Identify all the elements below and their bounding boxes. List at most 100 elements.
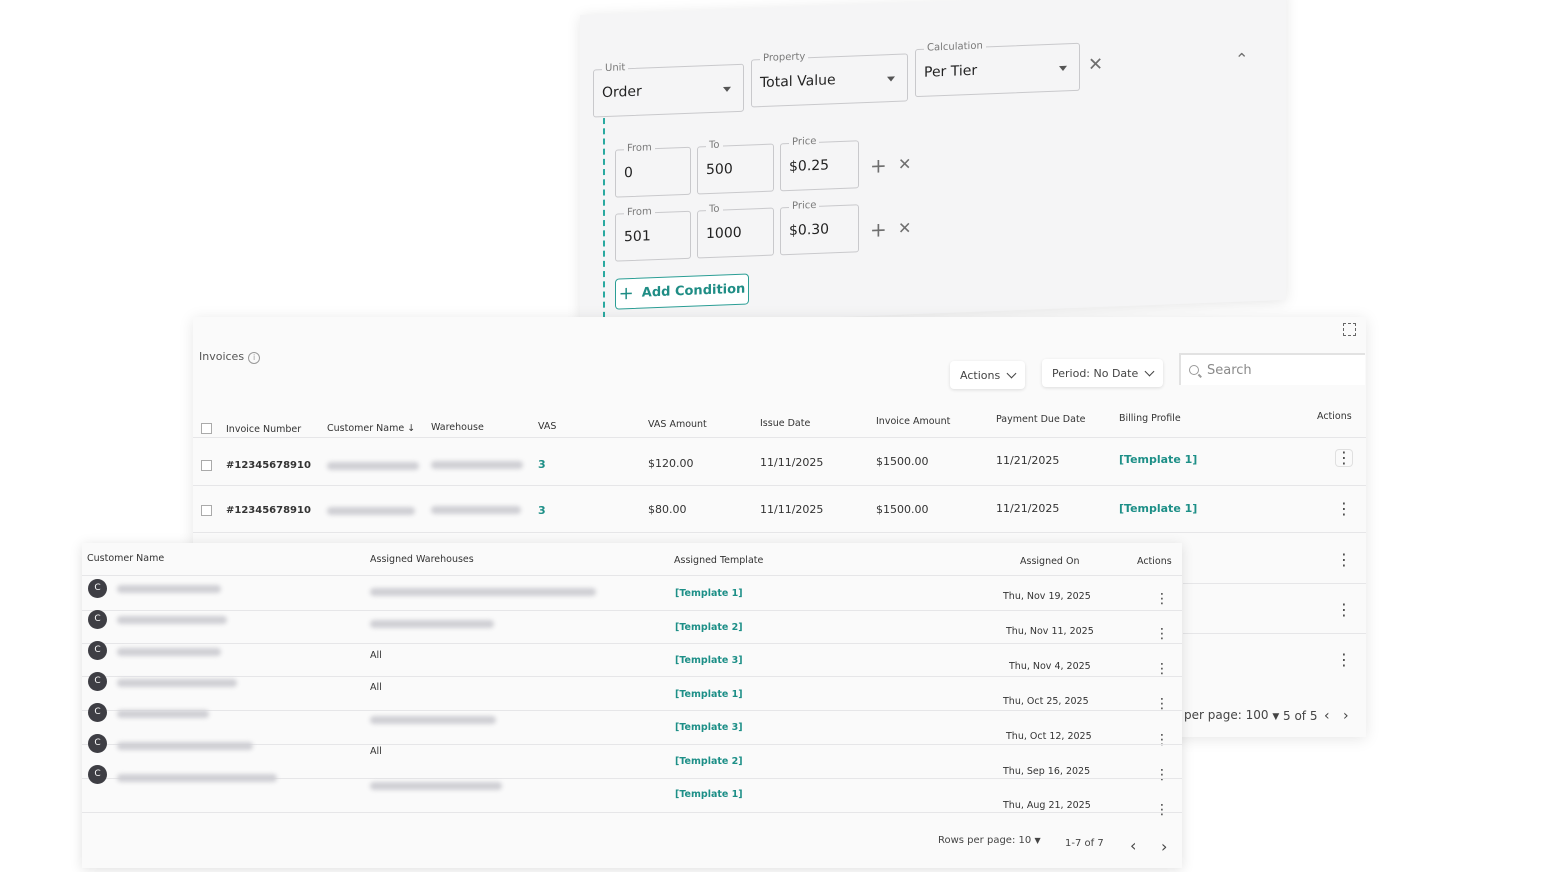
divider (82, 710, 1182, 711)
template-link[interactable]: [Template 2] (675, 622, 743, 633)
caret-down-icon: ▼ (1034, 836, 1041, 845)
close-icon[interactable]: ✕ (1088, 54, 1103, 76)
property-select[interactable]: Property Total Value (751, 51, 908, 108)
col-billing-profile[interactable]: Billing Profile (1119, 413, 1181, 424)
vas-count-link[interactable]: 3 (538, 458, 546, 471)
more-vert-icon[interactable]: ⋮ (1154, 767, 1170, 783)
actions-dropdown[interactable]: Actions (950, 361, 1026, 389)
billing-profile-link[interactable]: [Template 1] (1119, 502, 1197, 515)
search-placeholder: Search (1207, 362, 1252, 378)
invoice-number[interactable]: #12345678910 (226, 460, 311, 471)
row-checkbox[interactable] (201, 505, 212, 516)
remove-tier-icon[interactable]: ✕ (898, 218, 911, 239)
redacted-customer-name (327, 507, 415, 515)
more-vert-icon[interactable]: ⋮ (1336, 652, 1352, 668)
assigned-warehouses: All (370, 746, 382, 757)
tier-to-input[interactable]: To 1000 (697, 203, 774, 259)
unit-value: Order (602, 83, 642, 102)
more-vert-icon[interactable]: ⋮ (1336, 501, 1352, 517)
col-invoice-amount[interactable]: Invoice Amount (876, 416, 950, 427)
template-link[interactable]: [Template 1] (675, 689, 743, 700)
redacted-warehouses (370, 620, 494, 628)
redacted-customer-name (117, 710, 209, 718)
template-link[interactable]: [Template 1] (675, 588, 743, 599)
sort-down-icon: ↓ (407, 423, 416, 434)
search-input[interactable]: Search (1179, 353, 1365, 385)
invoices-title-text: Invoices (199, 350, 245, 363)
chevron-left-icon[interactable]: ‹ (1324, 708, 1330, 724)
divider (1183, 583, 1366, 584)
col-customer-name[interactable]: Customer Name (87, 553, 164, 564)
tier-price-input[interactable]: Price $0.30 (780, 199, 859, 256)
col-assigned-template[interactable]: Assigned Template (674, 555, 763, 566)
col-issue-date[interactable]: Issue Date (760, 418, 810, 429)
more-vert-icon[interactable]: ⋮ (1336, 602, 1352, 618)
row-checkbox[interactable] (201, 460, 212, 471)
vas-count-link[interactable]: 3 (538, 504, 546, 517)
calculation-select[interactable]: Calculation Per Tier (915, 40, 1080, 98)
pricing-rule-panel: Unit Order Property Total Value Calculat… (580, 0, 1286, 329)
avatar: C (88, 703, 107, 722)
template-link[interactable]: [Template 3] (675, 722, 743, 733)
redacted-warehouses (370, 782, 502, 790)
property-value: Total Value (760, 72, 836, 92)
col-vas-amount[interactable]: VAS Amount (648, 419, 707, 430)
select-all-checkbox[interactable] (201, 423, 212, 434)
invoice-number[interactable]: #12345678910 (226, 505, 311, 516)
unit-select[interactable]: Unit Order (593, 62, 744, 118)
divider (82, 643, 1182, 644)
col-assigned-warehouses[interactable]: Assigned Warehouses (370, 554, 474, 565)
add-condition-button[interactable]: + Add Condition (615, 273, 749, 310)
chevron-right-icon[interactable]: › (1343, 708, 1349, 724)
issue-date: 11/11/2025 (760, 456, 824, 469)
billing-profile-link[interactable]: [Template 1] (1119, 453, 1197, 466)
divider (82, 812, 1182, 813)
redacted-warehouse (431, 461, 523, 469)
tier-from-label: From (624, 142, 655, 156)
chevron-up-icon[interactable]: ⌃ (1235, 49, 1248, 70)
divider (82, 575, 1182, 576)
tier-to-label: To (706, 203, 723, 217)
expand-icon[interactable] (1343, 323, 1356, 336)
col-payment-due-date[interactable]: Payment Due Date (996, 414, 1086, 425)
redacted-warehouse (431, 506, 521, 514)
more-vert-icon[interactable]: ⋮ (1154, 626, 1170, 642)
more-vert-icon[interactable]: ⋮ (1154, 802, 1170, 818)
add-tier-icon[interactable]: + (870, 217, 887, 242)
more-vert-icon[interactable]: ⋮ (1336, 450, 1352, 466)
property-label: Property (760, 51, 809, 66)
col-warehouse[interactable]: Warehouse (431, 422, 484, 433)
rows-per-page-select[interactable]: Rows per page: 10 ▼ (938, 835, 1041, 846)
chevron-left-icon[interactable]: ‹ (1130, 836, 1136, 855)
tier-price-input[interactable]: Price $0.25 (780, 135, 859, 192)
more-vert-icon[interactable]: ⋮ (1154, 732, 1170, 748)
vas-amount: $80.00 (648, 503, 687, 516)
tier-from-input[interactable]: From 501 (615, 206, 691, 262)
chevron-right-icon[interactable]: › (1161, 837, 1167, 856)
rows-per-page-select[interactable]: per page: 100 ▼ (1184, 708, 1279, 722)
info-icon[interactable]: i (248, 352, 261, 364)
tier-from-input[interactable]: From 0 (615, 142, 691, 198)
col-customer-name[interactable]: Customer Name ↓ (327, 423, 415, 434)
redacted-warehouses (370, 588, 596, 596)
template-link[interactable]: [Template 1] (675, 789, 743, 800)
assigned-on: Thu, Nov 19, 2025 (1003, 591, 1091, 602)
col-assigned-on[interactable]: Assigned On (1020, 556, 1079, 567)
more-vert-icon[interactable]: ⋮ (1154, 591, 1170, 607)
add-tier-icon[interactable]: + (870, 153, 887, 178)
col-invoice-number[interactable]: Invoice Number (226, 424, 301, 435)
tier-to-input[interactable]: To 500 (697, 139, 774, 195)
more-vert-icon[interactable]: ⋮ (1336, 552, 1352, 568)
page-range: 5 of 5 (1283, 709, 1318, 723)
invoice-amount: $1500.00 (876, 503, 929, 516)
template-link[interactable]: [Template 2] (675, 756, 743, 767)
chevron-down-icon (1006, 368, 1017, 379)
template-link[interactable]: [Template 3] (675, 655, 743, 666)
rows-per-page-label: Rows per page: (938, 835, 1016, 846)
more-vert-icon[interactable]: ⋮ (1154, 661, 1170, 677)
col-vas[interactable]: VAS (538, 421, 556, 432)
period-dropdown[interactable]: Period: No Date (1042, 359, 1164, 387)
divider (82, 676, 1182, 677)
remove-tier-icon[interactable]: ✕ (898, 154, 911, 175)
avatar: C (88, 579, 107, 598)
